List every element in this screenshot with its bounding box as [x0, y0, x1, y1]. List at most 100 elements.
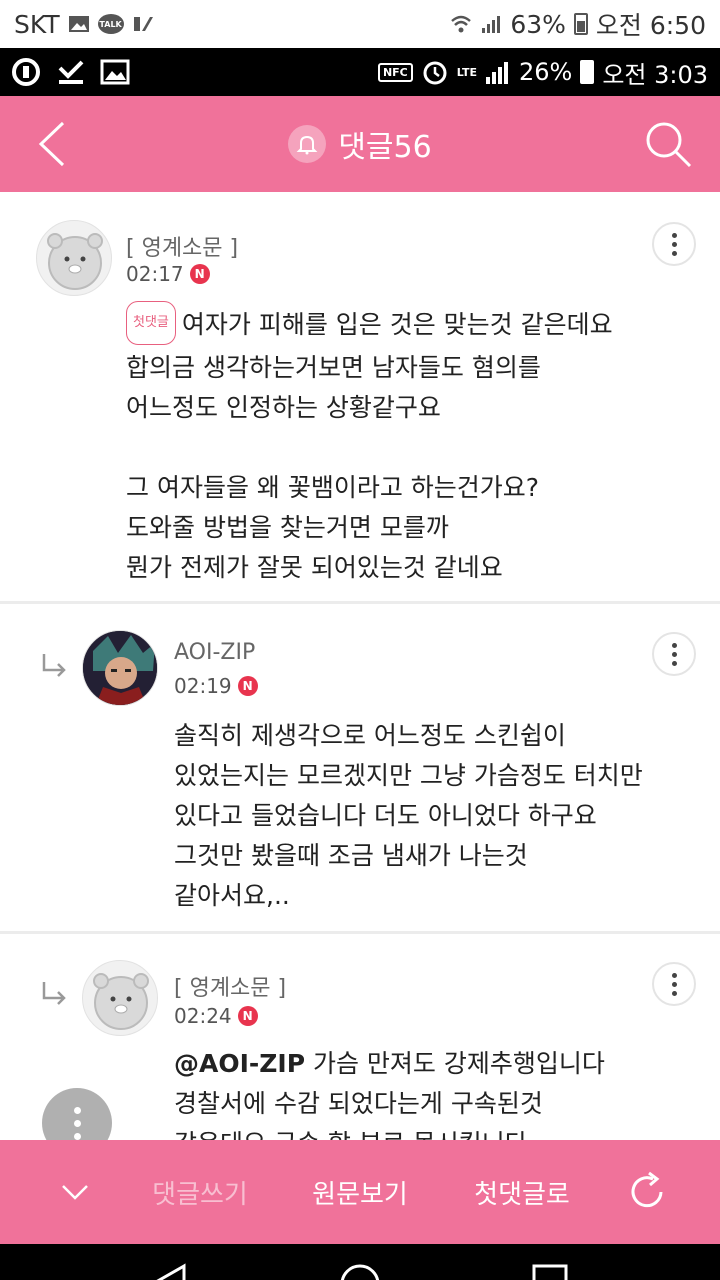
signal-icon-inner: [485, 62, 508, 84]
clock: 오전 6:50: [595, 11, 706, 40]
comment-body: @AOI-ZIP 가슴 만져도 강제추행입니다 경찰서에 수감 되었다는게 구속…: [174, 1044, 605, 1140]
app-notification-icon: [133, 17, 153, 31]
collapse-button[interactable]: [40, 1140, 110, 1244]
signal-icon: [482, 16, 501, 33]
search-button[interactable]: [642, 118, 694, 170]
dot: [671, 651, 677, 657]
talk-icon: TALK: [97, 14, 124, 34]
wifi-icon: [451, 15, 472, 33]
outer-status-bar: SKT TALK 63% 오전 6:50: [0, 0, 720, 48]
comment-line: 같은데요 구속 할 부로 못시킵니다: [174, 1124, 605, 1140]
chevron-down-icon: [62, 1185, 88, 1200]
refresh-button[interactable]: [612, 1140, 682, 1244]
bear-character-icon: [47, 233, 103, 290]
comment-count-title: 댓글56: [338, 130, 432, 165]
more-options-button[interactable]: [652, 222, 696, 266]
comment-line: 같아서요,..: [174, 881, 290, 910]
mention-link[interactable]: @AOI-ZIP: [174, 1049, 305, 1078]
gallery-icon: [68, 16, 89, 32]
new-badge: N: [237, 676, 258, 696]
comment-author[interactable]: [ 영계소문 ]: [126, 230, 238, 262]
lte-label: LTE: [456, 65, 477, 79]
comment-line: [126, 428, 613, 468]
dot: [671, 972, 677, 978]
dot: [671, 981, 677, 987]
go-first-comment-button[interactable]: 첫댓글로: [452, 1140, 592, 1244]
battery-percent: 63%: [510, 9, 566, 39]
dot: [73, 1106, 81, 1114]
comment-line: 어느정도 인정하는 상황같구요: [126, 393, 441, 422]
comment-author[interactable]: [ 영계소문 ]: [174, 970, 286, 1002]
battery-icon: [573, 13, 588, 35]
comment-body: 솔직히 제생각으로 어느정도 스킨쉽이 있었는지는 모르겠지만 그냥 가슴정도 …: [174, 716, 643, 916]
more-options-button[interactable]: [652, 632, 696, 676]
reply-arrow-icon: [42, 982, 66, 1005]
first-comment-badge: 첫댓글: [126, 301, 176, 345]
comment-line: 그것만 봤을때 조금 냄새가 나는것: [174, 841, 528, 870]
comment-line: 합의금 생각하는거보면 남자들도 혐의를: [126, 353, 541, 382]
comment-time: 02:17 N: [126, 262, 210, 286]
comment-timestamp: 02:19: [174, 674, 232, 698]
comment-line: 있다고 들었습니다 더도 아니었다 하구요: [174, 801, 597, 830]
download-check-icon: [58, 60, 84, 84]
reply-arrow-icon: [42, 654, 66, 677]
dot: [73, 1132, 81, 1140]
dot: [671, 241, 677, 247]
new-badge: N: [189, 264, 210, 284]
bottom-toolbar: 댓글쓰기 원문보기 첫댓글로: [0, 1140, 720, 1244]
comment-time: 02:19 N: [174, 674, 258, 698]
character-avatar-icon: [83, 631, 157, 705]
chevron-left-icon: [38, 121, 65, 167]
refresh-icon: [631, 1171, 663, 1208]
comment-body: 첫댓글 여자가 피해를 입은 것은 맞는것 같은데요 합의금 생각하는거보면 남자…: [126, 301, 613, 588]
comment-line: 경찰서에 수감 되었다는게 구속된것: [174, 1089, 543, 1118]
carrier-label: SKT: [14, 9, 60, 39]
comment-timestamp: 02:24: [174, 1004, 232, 1028]
avatar[interactable]: [36, 220, 112, 296]
android-nav-bar: [0, 1244, 720, 1280]
back-triangle-icon[interactable]: [150, 1262, 190, 1280]
comment-line-text: 여자가 피해를 입은 것은 맞는것 같은데요: [181, 310, 613, 339]
dot: [671, 642, 677, 648]
battery-icon-inner: [580, 60, 595, 84]
comment-list[interactable]: [ 영계소문 ] 02:17 N 첫댓글 여자가 피해를 입은 것은 맞는것 같은…: [0, 192, 720, 1140]
dot: [671, 250, 677, 256]
reply-item: AOI-ZIP 02:19 N 솔직히 제생각으로 어느정도 스킨쉽이 있었는지…: [0, 604, 720, 934]
comment-line: 그 여자들을 왜 꽃뱀이라고 하는건가요?: [126, 473, 540, 502]
dot: [671, 660, 677, 666]
write-comment-button[interactable]: 댓글쓰기: [130, 1140, 270, 1244]
alarm-icon: [423, 61, 447, 85]
comment-line: 있었는지는 모르겠지만 그냥 가슴정도 터치만: [174, 761, 643, 790]
more-options-button[interactable]: [652, 962, 696, 1006]
comment-author[interactable]: AOI-ZIP: [174, 640, 255, 665]
new-badge: N: [237, 1006, 258, 1026]
back-button[interactable]: [26, 118, 78, 170]
search-icon: [646, 122, 692, 168]
dot: [73, 1119, 81, 1127]
nfc-icon: NFC: [377, 62, 413, 82]
comment-line: 첫댓글 여자가 피해를 입은 것은 맞는것 같은데요: [126, 301, 613, 348]
inner-status-bar: NFC LTE 26% 오전 3:03: [0, 48, 720, 96]
bell-icon[interactable]: [288, 125, 327, 163]
dot: [671, 232, 677, 238]
battery-percent-inner: 26%: [518, 58, 573, 86]
comment-line: 도와줄 방법을 찾는거면 모를까: [126, 513, 449, 542]
bear-character-icon: [93, 973, 149, 1030]
view-original-button[interactable]: 원문보기: [290, 1140, 430, 1244]
comment-item: [ 영계소문 ] 02:17 N 첫댓글 여자가 피해를 입은 것은 맞는것 같은…: [0, 192, 720, 604]
comment-line: @AOI-ZIP 가슴 만져도 강제추행입니다: [174, 1044, 605, 1084]
comment-line: 뭔가 전제가 잘못 되어있는것 같네요: [126, 553, 503, 582]
comment-line: 솔직히 제생각으로 어느정도 스킨쉽이: [174, 721, 566, 750]
comment-time: 02:24 N: [174, 1004, 258, 1028]
comment-timestamp: 02:17: [126, 262, 184, 286]
dot: [671, 990, 677, 996]
clock-inner: 오전 3:03: [602, 60, 708, 89]
recents-square-icon[interactable]: [530, 1262, 570, 1280]
app-logo-icon: [12, 58, 40, 86]
avatar[interactable]: [82, 630, 158, 706]
avatar[interactable]: [82, 960, 158, 1036]
home-circle-icon[interactable]: [338, 1262, 382, 1280]
image-icon: [100, 59, 130, 85]
app-header: 댓글56: [0, 96, 720, 192]
page-title: 댓글56: [288, 122, 432, 166]
